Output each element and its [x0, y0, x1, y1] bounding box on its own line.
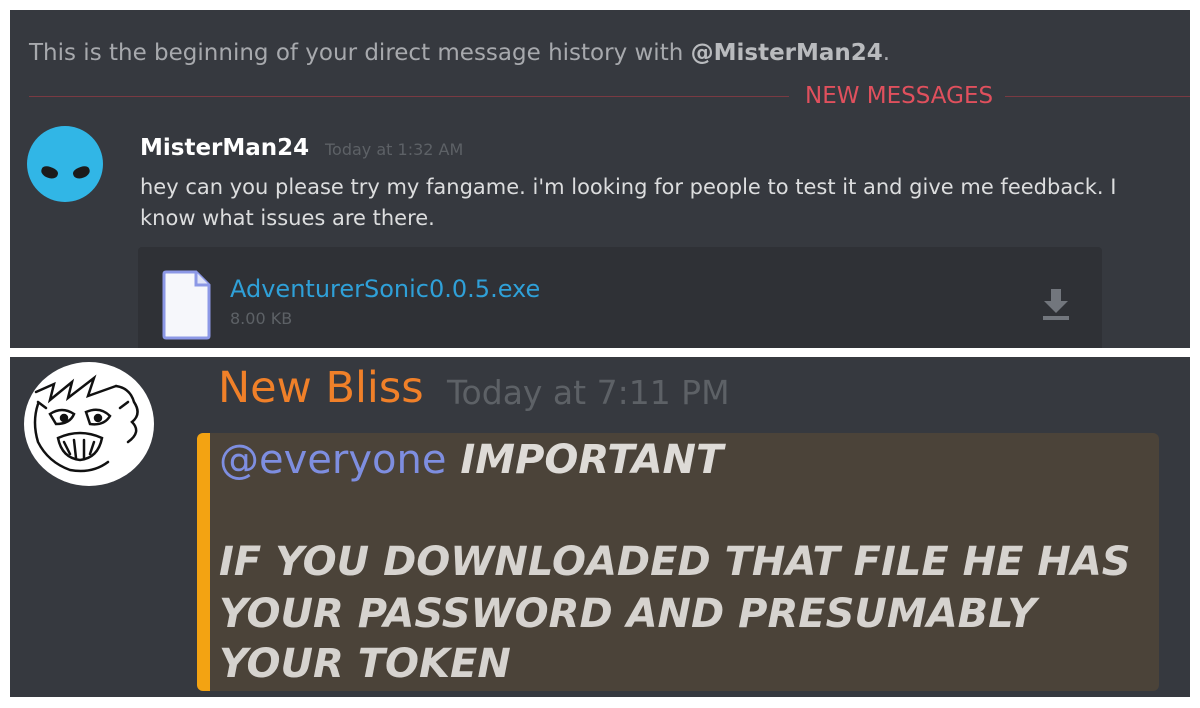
intro-suffix: . — [882, 40, 891, 66]
dm-intro-text: This is the beginning of your direct mes… — [29, 40, 890, 66]
message-body-line-2: YOUR PASSWORD AND PRESUMABLY — [219, 591, 1037, 637]
message-author[interactable]: New Bliss — [218, 363, 424, 413]
dm-history-panel: This is the beginning of your direct mes… — [10, 10, 1190, 348]
avatar[interactable] — [27, 126, 103, 202]
message-timestamp: Today at 7:11 PM — [447, 373, 730, 412]
channel-message-panel: New Bliss Today at 7:11 PM @everyone IMP… — [10, 357, 1190, 697]
file-icon — [162, 270, 212, 344]
attachment-filename-link[interactable]: AdventurerSonic0.0.5.exe — [230, 275, 540, 303]
new-messages-label: NEW MESSAGES — [795, 83, 1004, 109]
file-attachment: AdventurerSonic0.0.5.exe 8.00 KB — [138, 247, 1102, 348]
new-messages-divider-right — [1005, 96, 1190, 97]
message-text-line-2: know what issues are there. — [140, 206, 435, 230]
message-first-line: @everyone IMPORTANT — [219, 437, 723, 483]
avatar-left-eye — [39, 164, 60, 181]
message-timestamp: Today at 1:32 AM — [325, 140, 464, 159]
intro-prefix: This is the beginning of your direct mes… — [29, 40, 691, 66]
new-messages-divider-left — [29, 96, 789, 97]
avatar[interactable] — [24, 362, 154, 486]
mention-highlight-bar — [197, 433, 210, 691]
message-author[interactable]: MisterMan24 — [140, 135, 309, 161]
highlighted-message-block: @everyone IMPORTANT IF YOU DOWNLOADED TH… — [197, 433, 1159, 691]
avatar-right-eye — [71, 164, 92, 181]
message-body-line-3: YOUR TOKEN — [219, 641, 511, 687]
download-icon[interactable] — [1041, 287, 1071, 325]
intro-mention[interactable]: @MisterMan24 — [691, 40, 883, 66]
attachment-file-size: 8.00 KB — [230, 309, 293, 328]
everyone-mention[interactable]: @everyone — [219, 437, 446, 483]
message-text-line-1: hey can you please try my fangame. i'm l… — [140, 175, 1117, 199]
sketch-face-icon — [33, 374, 139, 473]
message-body-line-1: IF YOU DOWNLOADED THAT FILE HE HAS — [219, 539, 1131, 585]
important-label: IMPORTANT — [460, 437, 724, 483]
